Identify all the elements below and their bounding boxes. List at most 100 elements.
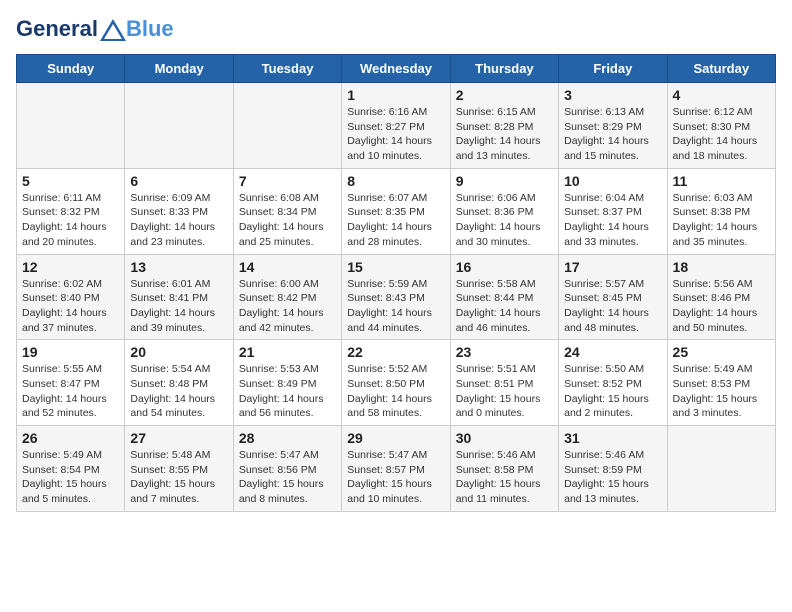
day-number: 8 bbox=[347, 173, 444, 189]
day-number: 24 bbox=[564, 344, 661, 360]
day-number: 3 bbox=[564, 87, 661, 103]
calendar-cell: 22Sunrise: 5:52 AM Sunset: 8:50 PM Dayli… bbox=[342, 340, 450, 426]
calendar-cell: 1Sunrise: 6:16 AM Sunset: 8:27 PM Daylig… bbox=[342, 83, 450, 169]
calendar-cell: 25 Sunrise: 5:49 AM Sunset: 8:53 PM Dayli… bbox=[667, 340, 775, 426]
day-number: 18 bbox=[673, 259, 770, 275]
weekday-tuesday: Tuesday bbox=[233, 55, 341, 83]
week-row-3: 12Sunrise: 6:02 AM Sunset: 8:40 PM Dayli… bbox=[17, 254, 776, 340]
day-info: Sunrise: 6:07 AM Sunset: 8:35 PM Dayligh… bbox=[347, 191, 444, 250]
calendar-cell: 8 Sunrise: 6:07 AM Sunset: 8:35 PM Daylig… bbox=[342, 168, 450, 254]
calendar-cell: 30 Sunrise: 5:46 AM Sunset: 8:58 PM Dayli… bbox=[450, 426, 558, 512]
day-info: Sunrise: 5:47 AM Sunset: 8:56 PM Dayligh… bbox=[239, 448, 336, 507]
day-number: 27 bbox=[130, 430, 227, 446]
day-info: Sunrise: 6:12 AM Sunset: 8:30 PM Dayligh… bbox=[673, 105, 770, 164]
calendar-cell: 5 Sunrise: 6:11 AM Sunset: 8:32 PM Daylig… bbox=[17, 168, 125, 254]
day-info: Sunrise: 6:01 AM Sunset: 8:41 PM Dayligh… bbox=[130, 277, 227, 336]
calendar-cell: 21 Sunrise: 5:53 AM Sunset: 8:49 PM Dayli… bbox=[233, 340, 341, 426]
day-number: 28 bbox=[239, 430, 336, 446]
calendar-cell: 9Sunrise: 6:06 AM Sunset: 8:36 PM Daylig… bbox=[450, 168, 558, 254]
day-info: Sunrise: 5:52 AM Sunset: 8:50 PM Dayligh… bbox=[347, 362, 444, 421]
day-number: 13 bbox=[130, 259, 227, 275]
calendar-cell: 31Sunrise: 5:46 AM Sunset: 8:59 PM Dayli… bbox=[559, 426, 667, 512]
day-number: 10 bbox=[564, 173, 661, 189]
calendar-cell: 13 Sunrise: 6:01 AM Sunset: 8:41 PM Dayli… bbox=[125, 254, 233, 340]
logo-text: General bbox=[16, 17, 128, 41]
day-number: 25 bbox=[673, 344, 770, 360]
day-info: Sunrise: 5:46 AM Sunset: 8:58 PM Dayligh… bbox=[456, 448, 553, 507]
calendar-cell bbox=[233, 83, 341, 169]
day-number: 30 bbox=[456, 430, 553, 446]
day-info: Sunrise: 5:58 AM Sunset: 8:44 PM Dayligh… bbox=[456, 277, 553, 336]
calendar-cell: 29 Sunrise: 5:47 AM Sunset: 8:57 PM Dayli… bbox=[342, 426, 450, 512]
day-info: Sunrise: 5:56 AM Sunset: 8:46 PM Dayligh… bbox=[673, 277, 770, 336]
calendar-cell: 23 Sunrise: 5:51 AM Sunset: 8:51 PM Dayli… bbox=[450, 340, 558, 426]
calendar-cell: 11Sunrise: 6:03 AM Sunset: 8:38 PM Dayli… bbox=[667, 168, 775, 254]
calendar-cell: 18 Sunrise: 5:56 AM Sunset: 8:46 PM Dayli… bbox=[667, 254, 775, 340]
calendar-cell bbox=[125, 83, 233, 169]
calendar-cell: 3 Sunrise: 6:13 AM Sunset: 8:29 PM Daylig… bbox=[559, 83, 667, 169]
weekday-friday: Friday bbox=[559, 55, 667, 83]
week-row-5: 26 Sunrise: 5:49 AM Sunset: 8:54 PM Dayli… bbox=[17, 426, 776, 512]
calendar-cell: 17 Sunrise: 5:57 AM Sunset: 8:45 PM Dayli… bbox=[559, 254, 667, 340]
day-number: 20 bbox=[130, 344, 227, 360]
day-info: Sunrise: 5:49 AM Sunset: 8:54 PM Dayligh… bbox=[22, 448, 119, 507]
calendar-cell: 27 Sunrise: 5:48 AM Sunset: 8:55 PM Dayli… bbox=[125, 426, 233, 512]
day-info: Sunrise: 5:48 AM Sunset: 8:55 PM Dayligh… bbox=[130, 448, 227, 507]
calendar-cell: 26 Sunrise: 5:49 AM Sunset: 8:54 PM Dayli… bbox=[17, 426, 125, 512]
day-number: 4 bbox=[673, 87, 770, 103]
logo-blue: Blue bbox=[126, 16, 174, 42]
week-row-2: 5 Sunrise: 6:11 AM Sunset: 8:32 PM Daylig… bbox=[17, 168, 776, 254]
day-info: Sunrise: 5:50 AM Sunset: 8:52 PM Dayligh… bbox=[564, 362, 661, 421]
day-number: 9 bbox=[456, 173, 553, 189]
calendar-cell: 7 Sunrise: 6:08 AM Sunset: 8:34 PM Daylig… bbox=[233, 168, 341, 254]
day-number: 29 bbox=[347, 430, 444, 446]
calendar-cell bbox=[667, 426, 775, 512]
calendar-table: SundayMondayTuesdayWednesdayThursdayFrid… bbox=[16, 54, 776, 512]
calendar-cell: 20 Sunrise: 5:54 AM Sunset: 8:48 PM Dayli… bbox=[125, 340, 233, 426]
day-info: Sunrise: 5:47 AM Sunset: 8:57 PM Dayligh… bbox=[347, 448, 444, 507]
calendar-cell: 19Sunrise: 5:55 AM Sunset: 8:47 PM Dayli… bbox=[17, 340, 125, 426]
day-number: 31 bbox=[564, 430, 661, 446]
day-info: Sunrise: 6:08 AM Sunset: 8:34 PM Dayligh… bbox=[239, 191, 336, 250]
day-number: 7 bbox=[239, 173, 336, 189]
day-info: Sunrise: 6:00 AM Sunset: 8:42 PM Dayligh… bbox=[239, 277, 336, 336]
weekday-monday: Monday bbox=[125, 55, 233, 83]
day-info: Sunrise: 6:11 AM Sunset: 8:32 PM Dayligh… bbox=[22, 191, 119, 250]
day-number: 15 bbox=[347, 259, 444, 275]
calendar-cell: 4 Sunrise: 6:12 AM Sunset: 8:30 PM Daylig… bbox=[667, 83, 775, 169]
day-number: 17 bbox=[564, 259, 661, 275]
logo: General Blue bbox=[16, 16, 174, 42]
weekday-thursday: Thursday bbox=[450, 55, 558, 83]
day-info: Sunrise: 6:04 AM Sunset: 8:37 PM Dayligh… bbox=[564, 191, 661, 250]
day-info: Sunrise: 6:15 AM Sunset: 8:28 PM Dayligh… bbox=[456, 105, 553, 164]
day-number: 21 bbox=[239, 344, 336, 360]
week-row-1: 1Sunrise: 6:16 AM Sunset: 8:27 PM Daylig… bbox=[17, 83, 776, 169]
day-info: Sunrise: 5:49 AM Sunset: 8:53 PM Dayligh… bbox=[673, 362, 770, 421]
day-number: 26 bbox=[22, 430, 119, 446]
day-info: Sunrise: 5:51 AM Sunset: 8:51 PM Dayligh… bbox=[456, 362, 553, 421]
calendar-cell: 6 Sunrise: 6:09 AM Sunset: 8:33 PM Daylig… bbox=[125, 168, 233, 254]
day-number: 6 bbox=[130, 173, 227, 189]
day-number: 1 bbox=[347, 87, 444, 103]
day-info: Sunrise: 6:03 AM Sunset: 8:38 PM Dayligh… bbox=[673, 191, 770, 250]
calendar-header: SundayMondayTuesdayWednesdayThursdayFrid… bbox=[17, 55, 776, 83]
day-info: Sunrise: 5:57 AM Sunset: 8:45 PM Dayligh… bbox=[564, 277, 661, 336]
day-number: 2 bbox=[456, 87, 553, 103]
day-info: Sunrise: 5:53 AM Sunset: 8:49 PM Dayligh… bbox=[239, 362, 336, 421]
weekday-saturday: Saturday bbox=[667, 55, 775, 83]
day-number: 23 bbox=[456, 344, 553, 360]
calendar-cell: 28 Sunrise: 5:47 AM Sunset: 8:56 PM Dayli… bbox=[233, 426, 341, 512]
day-number: 5 bbox=[22, 173, 119, 189]
day-number: 14 bbox=[239, 259, 336, 275]
calendar-cell: 10 Sunrise: 6:04 AM Sunset: 8:37 PM Dayli… bbox=[559, 168, 667, 254]
page-header: General Blue bbox=[16, 16, 776, 42]
calendar-body: 1Sunrise: 6:16 AM Sunset: 8:27 PM Daylig… bbox=[17, 83, 776, 512]
day-info: Sunrise: 6:02 AM Sunset: 8:40 PM Dayligh… bbox=[22, 277, 119, 336]
day-info: Sunrise: 5:54 AM Sunset: 8:48 PM Dayligh… bbox=[130, 362, 227, 421]
day-number: 16 bbox=[456, 259, 553, 275]
day-info: Sunrise: 6:09 AM Sunset: 8:33 PM Dayligh… bbox=[130, 191, 227, 250]
calendar-cell bbox=[17, 83, 125, 169]
day-info: Sunrise: 6:13 AM Sunset: 8:29 PM Dayligh… bbox=[564, 105, 661, 164]
calendar-cell: 14 Sunrise: 6:00 AM Sunset: 8:42 PM Dayli… bbox=[233, 254, 341, 340]
calendar-cell: 12Sunrise: 6:02 AM Sunset: 8:40 PM Dayli… bbox=[17, 254, 125, 340]
